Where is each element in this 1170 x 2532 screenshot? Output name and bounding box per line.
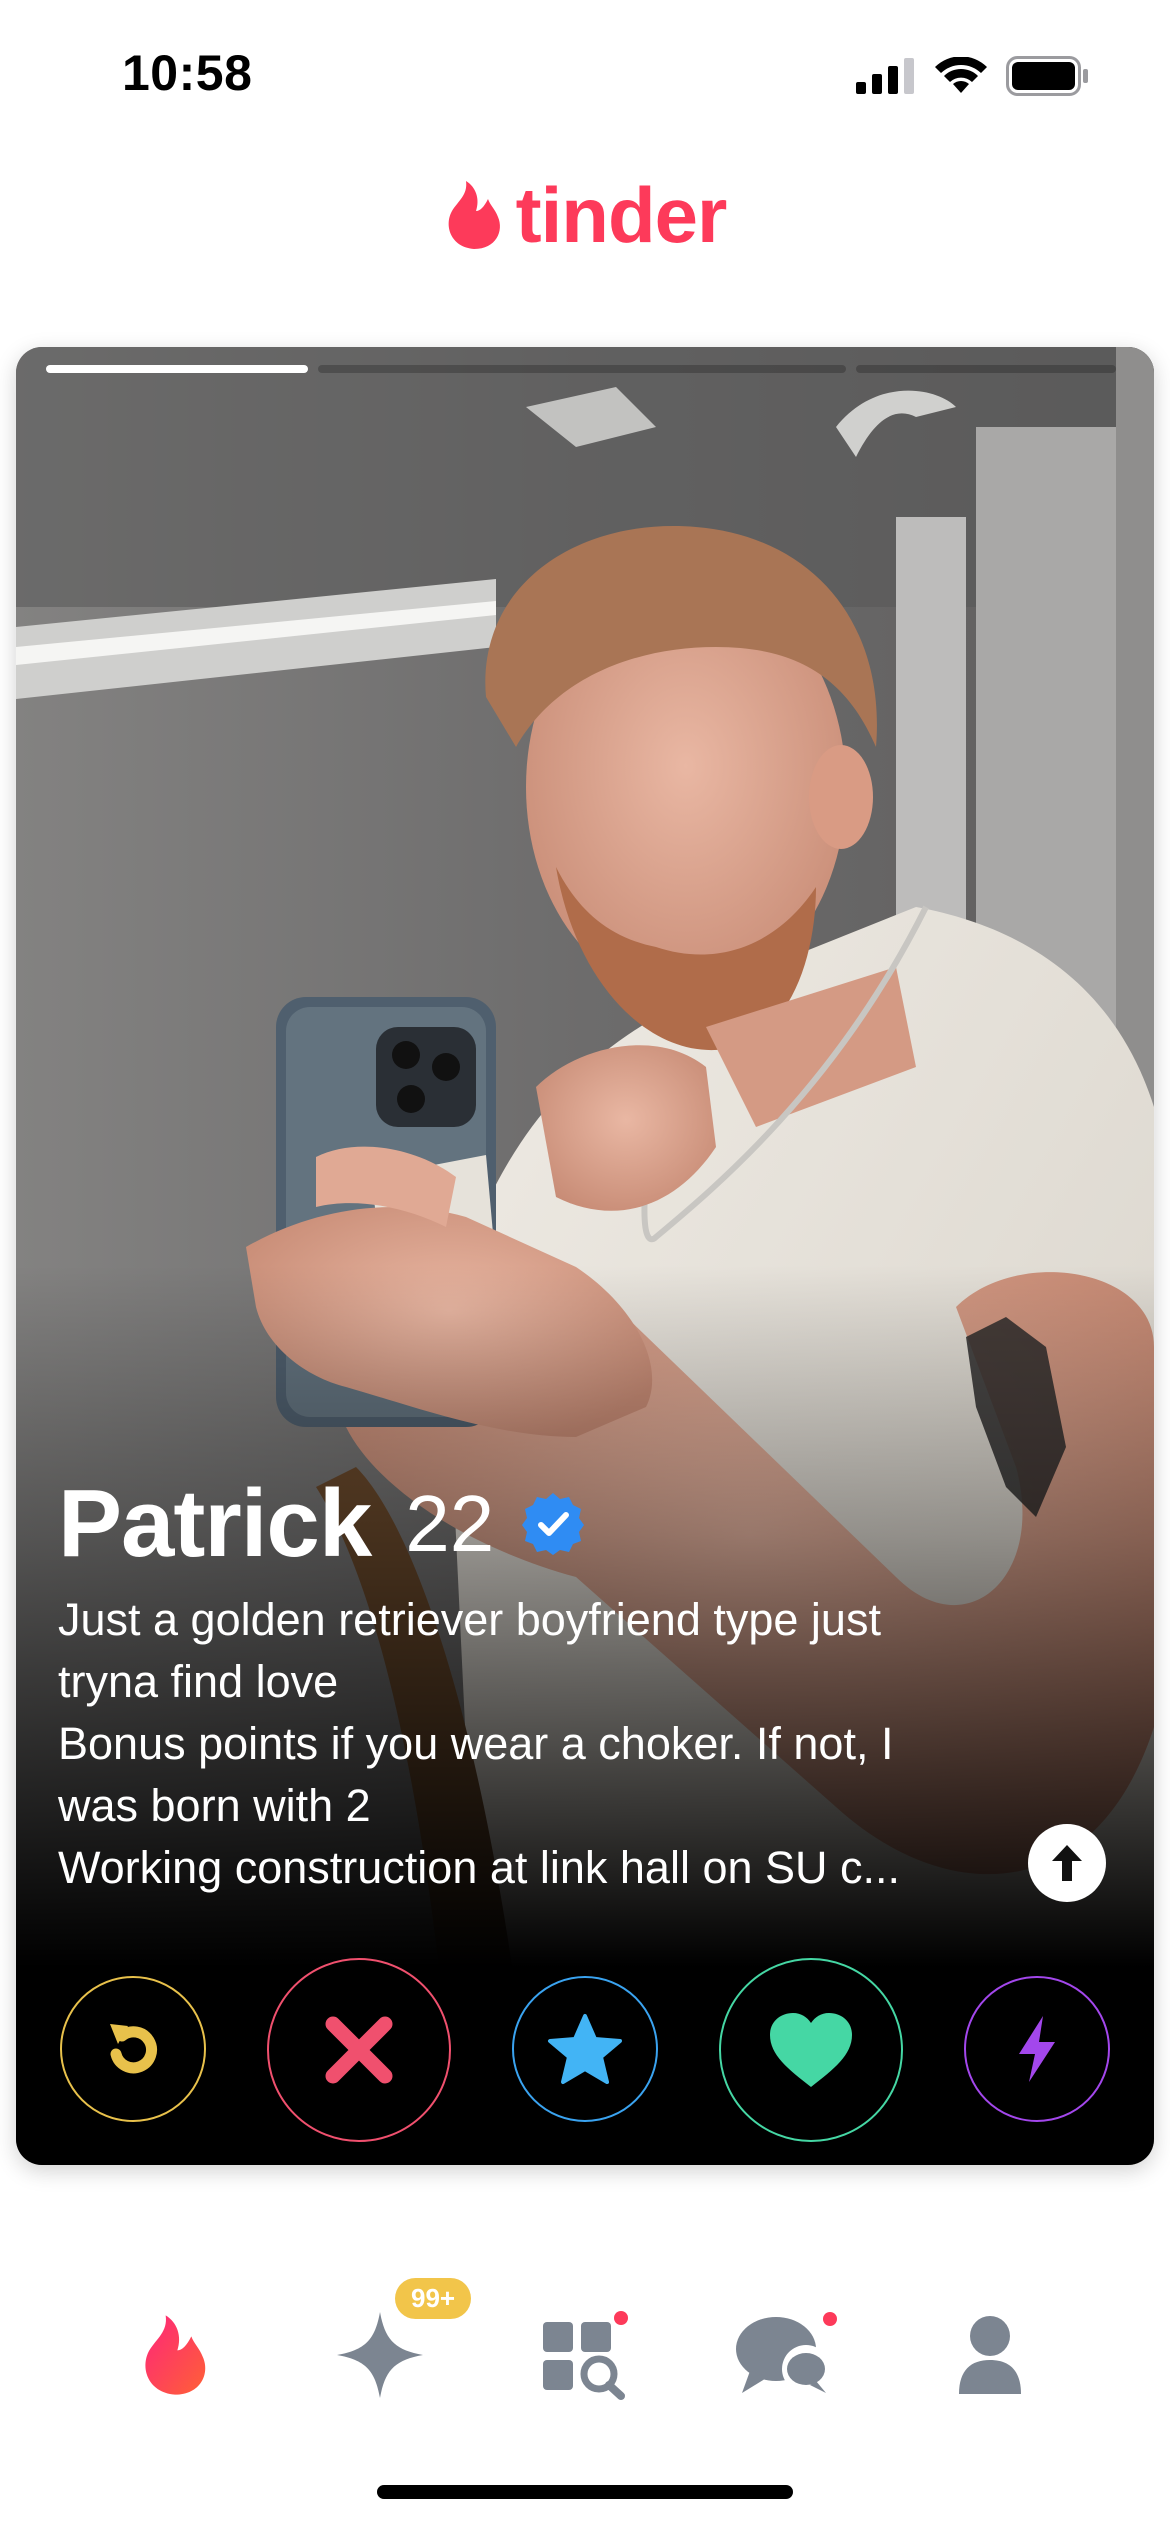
bio-line: was born with 2 — [58, 1780, 371, 1831]
status-time: 10:58 — [122, 45, 253, 101]
chat-icon — [736, 2312, 837, 2393]
profile-name: Patrick — [58, 1470, 372, 1577]
nav-profile[interactable] — [935, 2300, 1045, 2410]
close-icon — [325, 2016, 393, 2084]
nav-home[interactable] — [120, 2300, 230, 2410]
bio-line: Just a golden retriever boyfriend type j… — [58, 1594, 881, 1645]
profile-icon — [959, 2316, 1021, 2394]
star-icon — [548, 2014, 622, 2084]
status-icons — [856, 56, 1090, 96]
battery-icon — [1006, 56, 1088, 96]
super-like-button[interactable] — [512, 1976, 658, 2122]
gold-count-badge: 99+ — [395, 2278, 472, 2319]
expand-profile-button[interactable] — [1028, 1824, 1106, 1902]
profile-age: 22 — [405, 1479, 495, 1568]
logo-text: tinder — [515, 170, 728, 259]
status-bar: 10:58 — [0, 0, 1170, 150]
profile-card[interactable]: Patrick 22 Just a golden retriever boyfr… — [16, 347, 1154, 2165]
wifi-icon — [935, 57, 987, 93]
photo-progress-segment — [46, 365, 308, 373]
sparkle-icon — [337, 2312, 423, 2398]
nope-button[interactable] — [267, 1958, 451, 2142]
photo-progress-segment — [856, 365, 1116, 373]
explore-icon — [543, 2311, 628, 2400]
bio-line: Working construction at link hall on SU … — [58, 1842, 901, 1893]
nav-explore[interactable] — [528, 2300, 638, 2410]
verified-badge-icon — [522, 1493, 585, 1555]
bio: Just a golden retriever boyfriend type j… — [58, 1589, 1018, 1899]
bottom-nav — [0, 2270, 1170, 2440]
rewind-button[interactable] — [60, 1976, 206, 2122]
bio-line: tryna find love — [58, 1656, 339, 1707]
name-row: Patrick 22 — [58, 1469, 1018, 1579]
photo-progress — [46, 365, 1124, 373]
arrow-up-icon — [1052, 1845, 1082, 1881]
flame-logo-icon — [448, 181, 500, 249]
rewind-icon — [110, 2024, 157, 2074]
bio-line: Bonus points if you wear a choker. If no… — [58, 1718, 894, 1769]
profile-info[interactable]: Patrick 22 Just a golden retriever boyfr… — [58, 1469, 1018, 1899]
home-indicator[interactable] — [377, 2485, 793, 2499]
app-header: tinder — [0, 170, 1170, 260]
boost-button[interactable] — [964, 1976, 1110, 2122]
flame-icon — [145, 2315, 206, 2395]
action-bar — [16, 1947, 1154, 2142]
lightning-icon — [1019, 2016, 1055, 2082]
nav-chat[interactable] — [728, 2300, 848, 2410]
photo-progress-segment — [318, 365, 846, 373]
like-button[interactable] — [719, 1958, 903, 2142]
heart-icon — [770, 2013, 852, 2087]
signal-icon — [856, 58, 914, 94]
